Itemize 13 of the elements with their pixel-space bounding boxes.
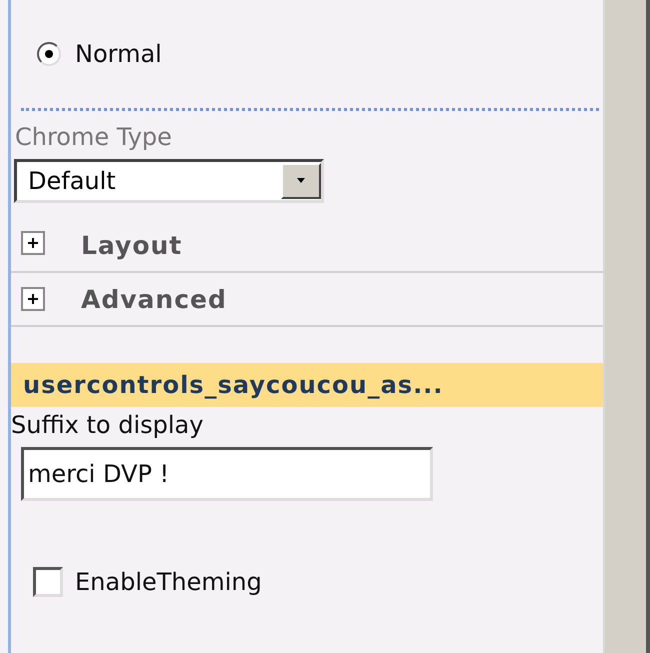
section-header[interactable]: Advanced [81,284,227,314]
field-label: Chrome Type [15,123,173,151]
checkbox[interactable] [33,567,63,597]
radio-button[interactable] [37,42,61,66]
webpart-title: usercontrols_saycoucou_as... [11,363,603,407]
dropdown[interactable]: Default [14,159,324,203]
field-label: Suffix to display [11,411,204,439]
expand-toggle-icon[interactable] [21,287,45,311]
section-header[interactable]: Layout [81,231,182,260]
expand-toggle-icon[interactable] [21,231,45,255]
radio-label: Normal [75,40,162,68]
input-field[interactable]: merci DVP ! [21,447,433,501]
checkbox-label: EnableTheming [75,568,262,596]
